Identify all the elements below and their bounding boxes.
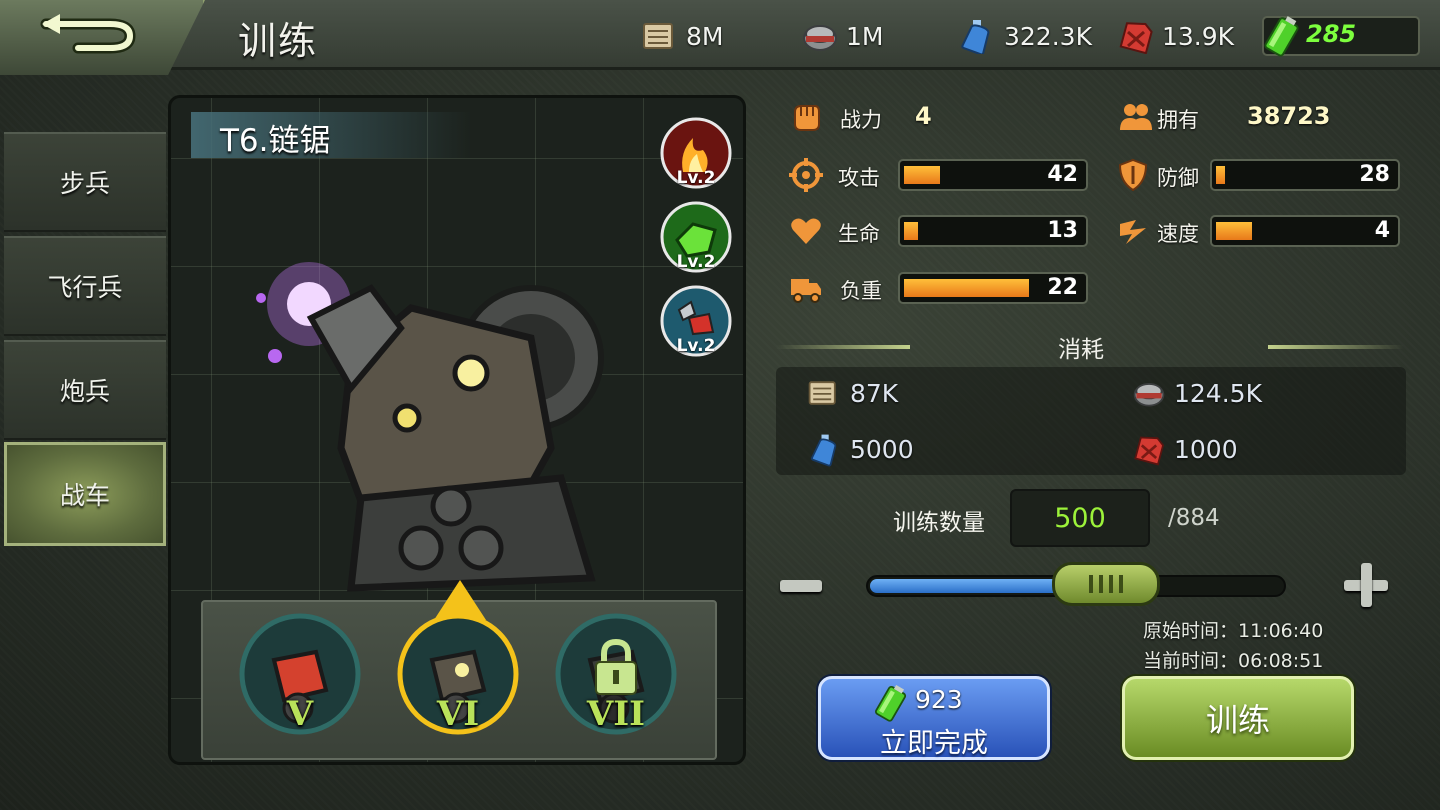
speed-icon [1120, 220, 1146, 244]
defense-shield-icon [1118, 158, 1148, 192]
speed-bar-fill [1216, 222, 1252, 240]
quantity-slider-thumb[interactable] [1052, 562, 1160, 606]
supplies-cost: 87K [850, 379, 899, 408]
tab-infantry[interactable]: 步兵 [4, 132, 166, 232]
quantity-max: /884 [1168, 505, 1220, 531]
instant-cost: 923 [915, 685, 963, 714]
speed-bar: 4 [1210, 215, 1400, 247]
train-button[interactable]: 训练 [1122, 676, 1354, 760]
instant-complete-label: 立即完成 [880, 728, 988, 759]
attack-bar: 42 [898, 159, 1088, 191]
current-time: 当前时间：06:08:51 [1143, 650, 1324, 672]
health-bar-fill [904, 222, 918, 240]
consumption-title: 消耗 [1058, 337, 1104, 363]
quantity-label: 训练数量 [893, 510, 985, 536]
owned-label: 拥有 [1157, 108, 1199, 132]
attack-bar-fill [904, 166, 940, 184]
fuel-can-icon [1119, 22, 1153, 54]
defense-bar-fill [1216, 166, 1225, 184]
tier-v-button[interactable]: V [238, 612, 362, 736]
attack-crosshair-icon [789, 158, 823, 192]
food-cost: 124.5K [1174, 379, 1262, 408]
load-label: 负重 [840, 279, 882, 303]
tier-vi-button[interactable]: VI [396, 612, 520, 736]
load-bar: 22 [898, 272, 1088, 304]
supplies-icon [808, 381, 836, 405]
instant-complete-button[interactable]: 923 立即完成 [818, 676, 1050, 760]
health-bar: 13 [898, 215, 1088, 247]
defense-label: 防御 [1157, 166, 1199, 190]
power-fist-icon [794, 105, 820, 131]
speed-label: 速度 [1157, 222, 1199, 246]
consumption-divider-left [776, 345, 910, 349]
energy-battery-icon [875, 684, 907, 722]
water-cost: 5000 [850, 435, 914, 464]
back-arrow-icon [40, 14, 136, 54]
fire-skill-level: Lv.2 [676, 168, 716, 188]
tier-v-label: V [286, 694, 314, 734]
owned-troops-icon [1120, 104, 1152, 130]
water-bottle-icon [961, 20, 990, 54]
tier-vii-button[interactable]: VII [554, 612, 678, 736]
attack-value: 42 [1047, 162, 1078, 187]
tab-air-troops[interactable]: 飞行兵 [4, 236, 166, 336]
power-label: 战力 [840, 108, 882, 132]
load-value: 22 [1047, 275, 1078, 300]
resource-water: 322.3K [958, 16, 1092, 56]
page-title: 训练 [238, 19, 319, 63]
fuel-can-icon [1134, 436, 1165, 466]
owned-value: 38723 [1247, 102, 1331, 130]
food-value: 1M [846, 21, 884, 51]
fuel-value: 13.9K [1162, 21, 1235, 51]
grip-line [1109, 575, 1113, 593]
energy-value: 285 [1306, 20, 1357, 48]
energy-battery-icon [1264, 16, 1299, 57]
supplies-icon [643, 23, 673, 49]
power-value: 4 [915, 102, 932, 130]
water-bottle-icon [811, 434, 837, 467]
grip-line [1089, 575, 1093, 593]
speed-value: 4 [1374, 218, 1390, 243]
resource-fuel: 13.9K [1116, 16, 1234, 56]
load-bar-fill [904, 279, 1029, 297]
canned-food-icon [803, 25, 837, 51]
repair-skill-level: Lv.2 [676, 252, 716, 272]
load-truck-icon [791, 279, 821, 303]
original-time: 原始时间：11:06:40 [1143, 620, 1324, 642]
defense-bar: 28 [1210, 159, 1400, 191]
health-label: 生命 [838, 222, 880, 246]
defense-value: 28 [1359, 162, 1390, 187]
lock-icon [595, 638, 637, 695]
tier-vii-label: VII [586, 694, 646, 734]
health-heart-icon [791, 218, 821, 244]
tab-artillery[interactable]: 炮兵 [4, 340, 166, 440]
increase-button[interactable] [1344, 562, 1392, 610]
decrease-button[interactable] [778, 568, 824, 604]
quantity-input[interactable]: 500 [1010, 489, 1150, 547]
supplies-value: 8M [686, 21, 724, 51]
resource-supplies: 8M [640, 16, 723, 56]
grip-line [1099, 575, 1103, 593]
water-value: 322.3K [1004, 21, 1092, 51]
grip-line [1119, 575, 1123, 593]
tab-vehicles[interactable]: 战车 [4, 442, 166, 546]
consumption-divider-right [1268, 345, 1404, 349]
fuel-cost: 1000 [1174, 435, 1238, 464]
canned-food-icon [1133, 383, 1165, 407]
tier-vi-label: VI [436, 694, 480, 734]
attack-label: 攻击 [838, 166, 880, 190]
chainsaw-skill-level: Lv.2 [676, 336, 716, 356]
resource-food: 1M [800, 16, 883, 56]
health-value: 13 [1047, 218, 1078, 243]
unit-name: T6.链锯 [220, 123, 331, 159]
